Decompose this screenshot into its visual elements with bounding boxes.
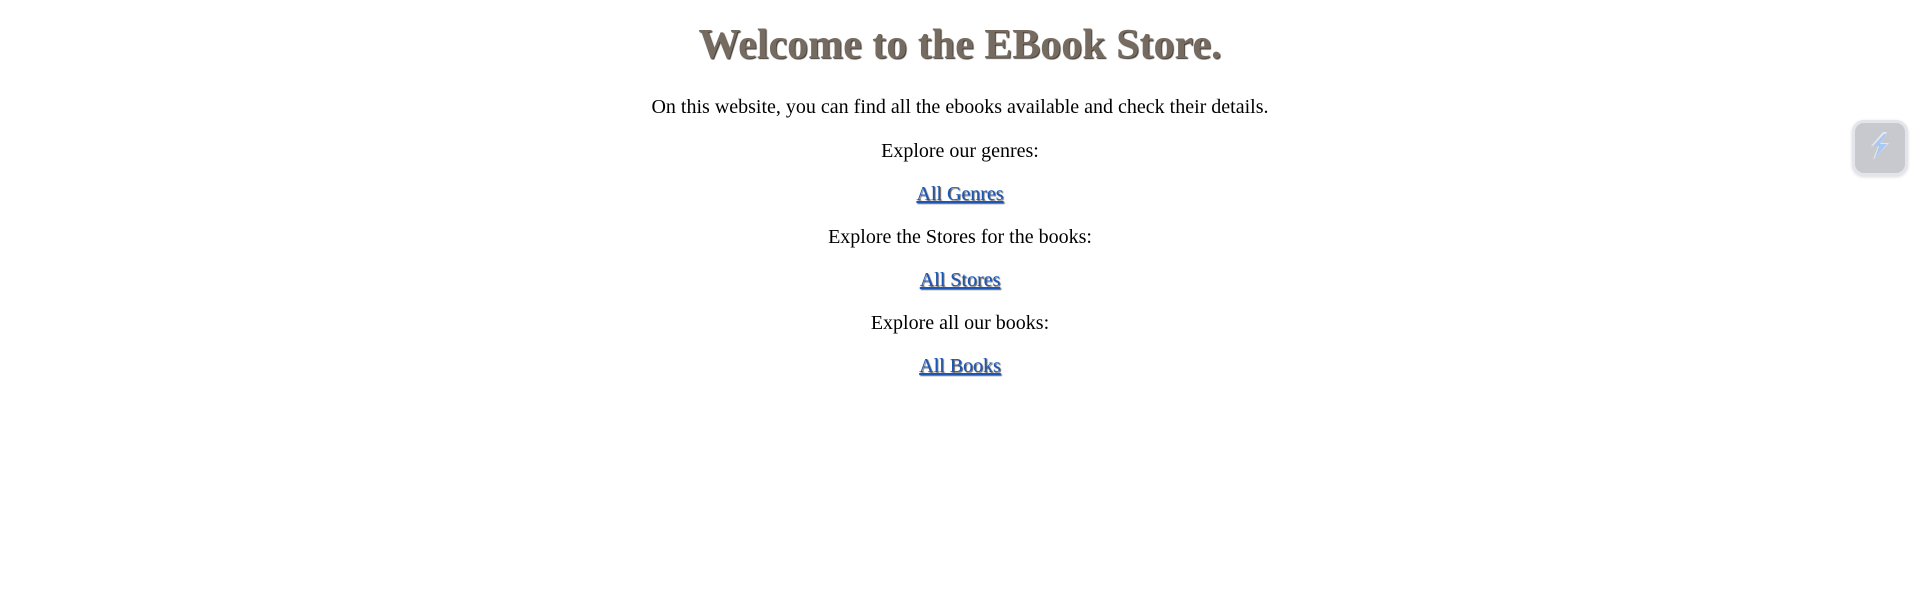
stores-link-row: All Stores (0, 267, 1920, 293)
genres-link-row: All Genres (0, 181, 1920, 207)
all-books-link[interactable]: All Books (919, 355, 1001, 377)
books-link-row: All Books (0, 353, 1920, 379)
intro-text: On this website, you can find all the eb… (651, 96, 1269, 118)
books-prompt: Explore all our books: (870, 312, 1050, 334)
lightning-icon (1863, 129, 1897, 168)
page: Welcome to the EBook Store. On this webs… (0, 0, 1920, 599)
extension-button[interactable] (1852, 120, 1908, 176)
page-title: Welcome to the EBook Store. (698, 22, 1222, 68)
all-stores-link[interactable]: All Stores (920, 269, 1001, 291)
all-genres-link[interactable]: All Genres (916, 183, 1003, 205)
stores-prompt: Explore the Stores for the books: (828, 226, 1092, 248)
genres-prompt: Explore our genres: (881, 140, 1039, 162)
